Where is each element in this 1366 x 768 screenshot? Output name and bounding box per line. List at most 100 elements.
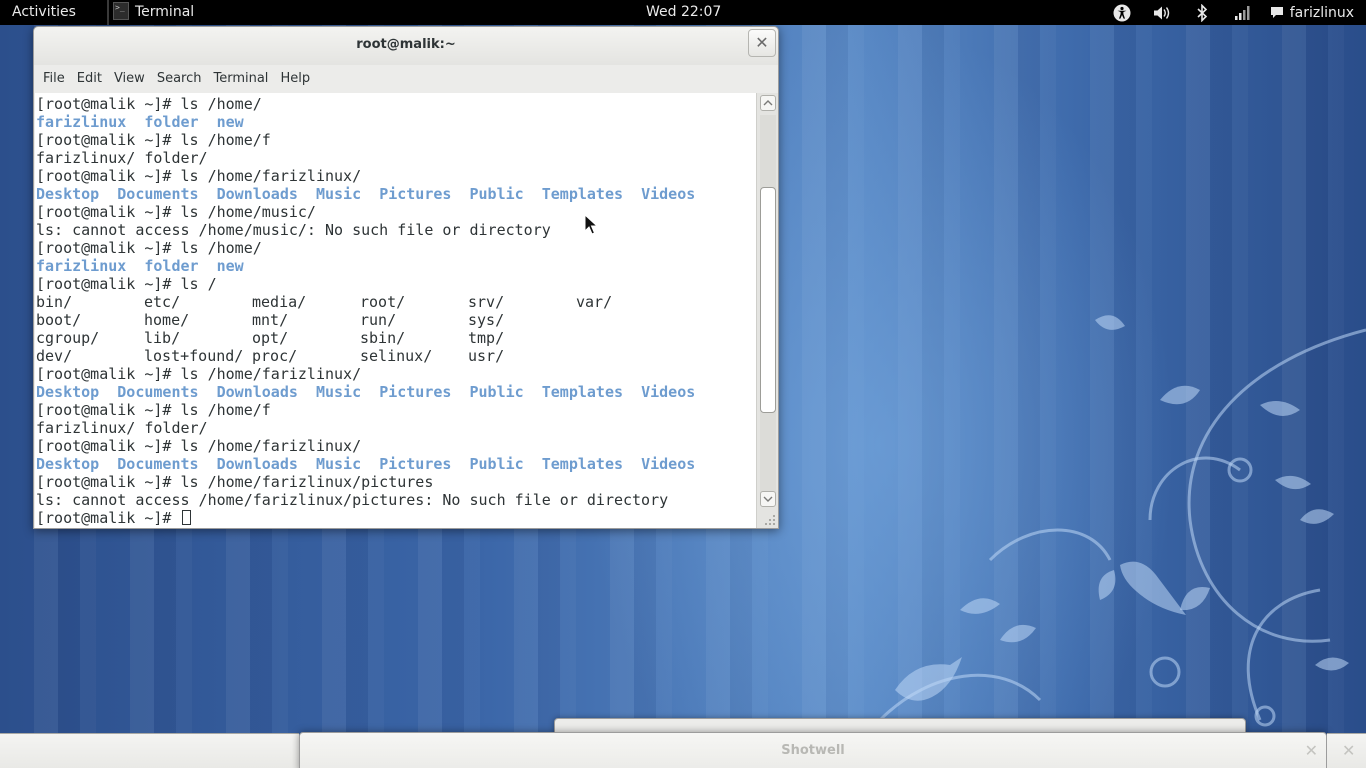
listing-entry: lib/ bbox=[144, 329, 181, 347]
directory-entry: Desktop bbox=[36, 455, 100, 473]
terminal-line: [root@malik ~]# ls /home/farizlinux/pict… bbox=[36, 473, 434, 491]
scroll-thumb[interactable] bbox=[760, 187, 776, 414]
menu-terminal[interactable]: Terminal bbox=[207, 65, 274, 93]
user-menu[interactable]: farizlinux bbox=[1262, 5, 1366, 21]
directory-entry: farizlinux bbox=[36, 257, 127, 275]
directory-entry: folder bbox=[144, 257, 199, 275]
listing-entry: sys/ bbox=[468, 311, 505, 329]
directory-entry: farizlinux bbox=[36, 113, 127, 131]
prompt-text: [root@malik ~]# bbox=[36, 509, 181, 527]
listing-entry: media/ bbox=[252, 293, 307, 311]
listing-entry bbox=[576, 311, 684, 329]
menu-view[interactable]: View bbox=[108, 65, 151, 93]
terminal-line: ls: cannot access /home/farizlinux/pictu… bbox=[36, 491, 669, 509]
directory-entry: Music bbox=[315, 185, 362, 203]
text-cursor bbox=[181, 510, 191, 525]
edge-close-icon[interactable]: ✕ bbox=[1342, 741, 1355, 760]
close-icon: ✕ bbox=[755, 33, 769, 52]
terminal-line: Desktop Documents Downloads Music Pictur… bbox=[36, 383, 756, 401]
app-menu-terminal[interactable]: >_ Terminal bbox=[107, 0, 204, 25]
menu-help[interactable]: Help bbox=[274, 65, 316, 93]
listing-entry: proc/ bbox=[252, 347, 298, 365]
listing-entry: home/ bbox=[144, 311, 190, 329]
terminal-output[interactable]: [root@malik ~]# ls /home/farizlinux fold… bbox=[35, 93, 756, 528]
listing-entry: root/ bbox=[360, 293, 406, 311]
listing-entry: tmp/ bbox=[468, 329, 505, 347]
terminal-line: farizlinux folder new bbox=[36, 113, 756, 131]
terminal-line: farizlinux/ folder/ bbox=[36, 149, 208, 167]
directory-entry: Downloads bbox=[216, 383, 298, 401]
ls-root-listing: bin/etc/media/root/srv/var/boot/home/mnt… bbox=[36, 293, 756, 365]
mouse-pointer-icon bbox=[584, 214, 598, 235]
bluetooth-icon[interactable] bbox=[1182, 0, 1222, 25]
desktop-bottom-strip-left bbox=[0, 733, 299, 768]
listing-entry: run/ bbox=[360, 311, 397, 329]
terminal-app-icon: >_ bbox=[113, 2, 129, 20]
directory-entry: folder bbox=[144, 113, 199, 131]
terminal-titlebar[interactable]: root@malik:~ ✕ bbox=[34, 27, 778, 65]
listing-entry: dev/ bbox=[36, 347, 73, 365]
terminal-menubar: File Edit View Search Terminal Help bbox=[34, 65, 778, 93]
listing-entry: lost+found/ bbox=[144, 347, 244, 365]
window-title: root@malik:~ bbox=[356, 37, 456, 52]
directory-entry: Music bbox=[315, 383, 362, 401]
directory-entry: Documents bbox=[117, 455, 199, 473]
directory-entry: Templates bbox=[541, 383, 624, 401]
listing-entry: opt/ bbox=[252, 329, 289, 347]
terminal-line: farizlinux folder new bbox=[36, 257, 756, 275]
directory-entry: Downloads bbox=[216, 185, 298, 203]
app-menu-label: Terminal bbox=[135, 4, 195, 20]
listing-entry: sbin/ bbox=[360, 329, 406, 347]
clock[interactable]: Wed 22:07 bbox=[646, 4, 721, 20]
listing-entry bbox=[576, 329, 684, 347]
directory-entry: Templates bbox=[541, 455, 624, 473]
close-button[interactable]: ✕ bbox=[748, 29, 776, 57]
terminal-line: [root@malik ~]# ls /home/f bbox=[36, 131, 271, 149]
shotwell-window[interactable]: Shotwell ✕ bbox=[299, 732, 1327, 768]
top-panel: Activities >_ Terminal Wed 22:07 farizli… bbox=[0, 0, 1366, 25]
network-signal-icon[interactable] bbox=[1222, 0, 1262, 25]
listing-entry bbox=[576, 347, 684, 365]
directory-entry: Pictures bbox=[379, 383, 452, 401]
command-prompt[interactable]: [root@malik ~]# bbox=[36, 509, 756, 527]
terminal-line: [root@malik ~]# ls / bbox=[36, 275, 217, 293]
vertical-scrollbar[interactable] bbox=[756, 93, 778, 528]
directory-entry: Videos bbox=[641, 383, 696, 401]
terminal-line: [root@malik ~]# ls /home/farizlinux/ bbox=[36, 365, 362, 383]
terminal-line: [root@malik ~]# ls /home/f bbox=[36, 401, 271, 419]
directory-entry: Desktop bbox=[36, 185, 100, 203]
directory-entry: Templates bbox=[541, 185, 624, 203]
scroll-up-button[interactable] bbox=[760, 95, 776, 111]
menu-edit[interactable]: Edit bbox=[71, 65, 108, 93]
terminal-line: Desktop Documents Downloads Music Pictur… bbox=[36, 185, 756, 203]
terminal-line: ls: cannot access /home/music/: No such … bbox=[36, 221, 551, 239]
directory-entry: Videos bbox=[641, 455, 696, 473]
directory-entry: Public bbox=[469, 185, 524, 203]
scroll-down-button[interactable] bbox=[760, 491, 776, 507]
directory-entry: Documents bbox=[117, 185, 199, 203]
menu-file[interactable]: File bbox=[37, 65, 71, 93]
listing-entry: usr/ bbox=[468, 347, 505, 365]
menu-search[interactable]: Search bbox=[151, 65, 208, 93]
shotwell-close-icon[interactable]: ✕ bbox=[1305, 741, 1318, 760]
volume-icon[interactable] bbox=[1142, 0, 1182, 25]
shotwell-title: Shotwell bbox=[781, 743, 845, 758]
terminal-line: [root@malik ~]# ls /home/ bbox=[36, 239, 262, 257]
terminal-line: [root@malik ~]# ls /home/farizlinux/ bbox=[36, 167, 362, 185]
listing-entry: cgroup/ bbox=[36, 329, 100, 347]
directory-entry: Music bbox=[315, 455, 362, 473]
terminal-line: [root@malik ~]# ls /home/farizlinux/ bbox=[36, 437, 362, 455]
directory-entry: Desktop bbox=[36, 383, 100, 401]
resize-grip-icon[interactable] bbox=[764, 514, 776, 526]
accessibility-icon[interactable] bbox=[1102, 0, 1142, 25]
chevron-up-icon bbox=[763, 100, 773, 106]
terminal-line: Desktop Documents Downloads Music Pictur… bbox=[36, 455, 756, 473]
terminal-line: farizlinux/ folder/ bbox=[36, 419, 208, 437]
directory-entry: Videos bbox=[641, 185, 696, 203]
directory-entry: Downloads bbox=[216, 455, 298, 473]
terminal-window[interactable]: root@malik:~ ✕ File Edit View Search Termina… bbox=[33, 26, 779, 529]
listing-entry: etc/ bbox=[144, 293, 181, 311]
activities-button[interactable]: Activities bbox=[12, 4, 76, 20]
listing-entry: mnt/ bbox=[252, 311, 289, 329]
listing-entry: var/ bbox=[576, 293, 613, 311]
